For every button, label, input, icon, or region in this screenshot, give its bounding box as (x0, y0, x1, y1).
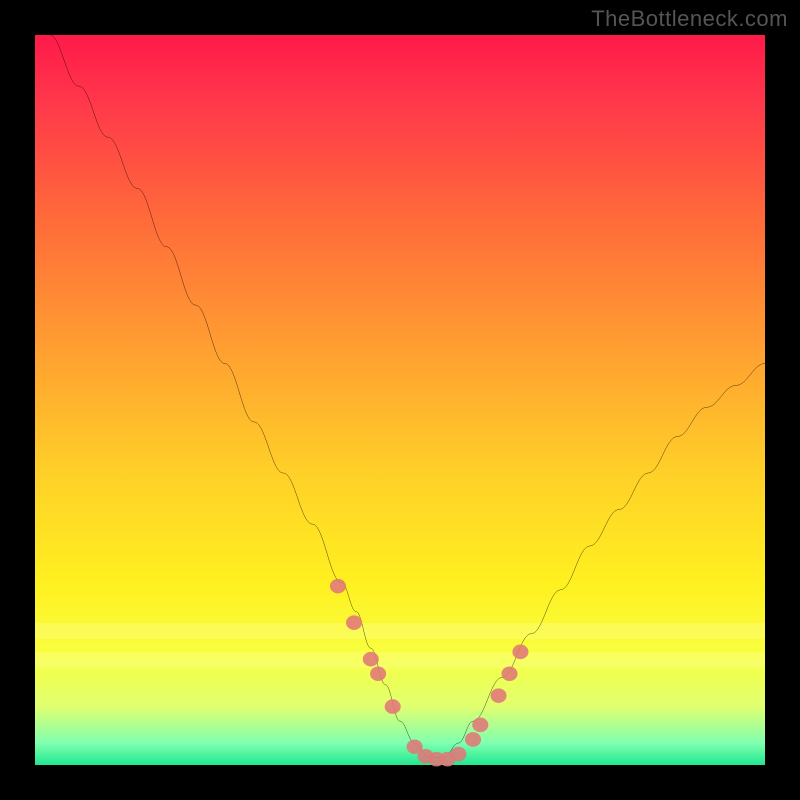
data-point (491, 688, 507, 703)
data-point (512, 645, 528, 660)
bottleneck-curve (50, 35, 765, 758)
chart-svg (35, 35, 765, 765)
data-point (465, 732, 481, 747)
data-point (363, 652, 379, 667)
data-point (385, 699, 401, 714)
data-markers (330, 579, 529, 767)
data-point (330, 579, 346, 594)
data-point (501, 666, 517, 681)
data-point (346, 615, 362, 630)
data-point (450, 747, 466, 762)
data-point (370, 666, 386, 681)
data-point (472, 718, 488, 733)
plot-area (35, 35, 765, 765)
watermark-text: TheBottleneck.com (591, 6, 788, 32)
